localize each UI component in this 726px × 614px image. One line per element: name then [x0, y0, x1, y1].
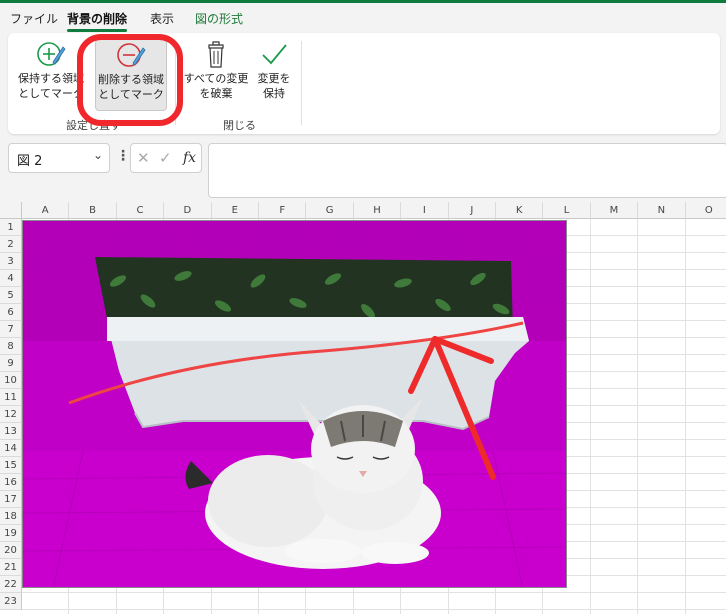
column-header[interactable]: N	[638, 202, 686, 219]
column-header[interactable]: G	[306, 202, 354, 219]
tab-background-removal[interactable]: 背景の削除	[67, 10, 128, 32]
row-header[interactable]: 9	[0, 355, 22, 372]
ribbon-tabs: ファイル 背景の削除 表示 図の形式	[0, 3, 726, 32]
row-header[interactable]: 10	[0, 372, 22, 389]
selected-picture[interactable]	[22, 220, 567, 588]
gridline-vertical	[637, 219, 639, 614]
keep-label-line2: としてマーク	[18, 87, 84, 100]
row-header[interactable]: 11	[0, 389, 22, 406]
cancel-icon[interactable]: ✕	[137, 149, 150, 167]
trash-icon	[208, 41, 224, 68]
gridline-vertical	[684, 219, 686, 614]
select-all-corner[interactable]	[0, 202, 22, 219]
column-header[interactable]: J	[448, 202, 496, 219]
keep-changes-label-line1: 変更を	[257, 72, 291, 85]
group-label-close: 閉じる	[223, 119, 256, 132]
tab-picture-format[interactable]: 図の形式	[195, 10, 243, 27]
formula-input[interactable]	[208, 143, 726, 198]
column-header[interactable]: D	[164, 202, 212, 219]
row-header[interactable]: 18	[0, 508, 22, 525]
row-header[interactable]: 20	[0, 542, 22, 559]
column-header[interactable]: A	[22, 202, 70, 219]
row-header[interactable]: 4	[0, 270, 22, 287]
minus-pencil-icon	[117, 43, 146, 67]
column-header[interactable]: I	[401, 202, 449, 219]
ribbon: 保持する領域 としてマーク 削除する領域 としてマーク すべての変更 を破棄 変…	[8, 33, 720, 134]
row-header[interactable]: 23	[0, 593, 22, 610]
tab-view[interactable]: 表示	[150, 10, 174, 27]
formula-buttons: ✕ ✓ fx	[130, 143, 202, 173]
remove-label-line2: としてマーク	[98, 88, 164, 101]
row-header[interactable]: 16	[0, 474, 22, 491]
row-header[interactable]: 1	[0, 219, 22, 236]
row-header[interactable]: 17	[0, 491, 22, 508]
gridline-horizontal	[22, 609, 726, 610]
function-icon[interactable]: fx	[183, 150, 196, 166]
confirm-icon[interactable]: ✓	[159, 149, 172, 167]
keep-label-line1: 保持する領域	[18, 72, 84, 85]
keep-changes-button[interactable]: 変更を 保持	[252, 39, 296, 101]
column-header[interactable]: C	[116, 202, 165, 219]
group-separator	[175, 41, 176, 125]
tab-file[interactable]: ファイル	[10, 10, 58, 27]
column-header[interactable]: H	[353, 202, 402, 219]
row-header[interactable]: 22	[0, 576, 22, 593]
formula-bar: 図 2 ⌄ ⋮ ✕ ✓ fx	[0, 140, 726, 200]
keep-changes-label-line2: 保持	[263, 87, 285, 100]
gridline-vertical	[589, 219, 591, 614]
gridline-horizontal	[22, 592, 726, 593]
row-header[interactable]: 3	[0, 253, 22, 270]
row-header[interactable]: 5	[0, 287, 22, 304]
column-header[interactable]: L	[543, 202, 591, 219]
column-header[interactable]: F	[259, 202, 307, 219]
row-header[interactable]: 7	[0, 321, 22, 338]
column-header[interactable]: O	[685, 202, 726, 219]
name-box[interactable]: 図 2 ⌄	[8, 143, 110, 173]
row-header[interactable]: 12	[0, 406, 22, 423]
mark-areas-to-keep-button[interactable]: 保持する領域 としてマーク	[16, 39, 86, 101]
mark-areas-to-remove-button[interactable]: 削除する領域 としてマーク	[95, 39, 167, 111]
column-header[interactable]: M	[590, 202, 639, 219]
row-header[interactable]: 14	[0, 440, 22, 457]
row-header[interactable]: 6	[0, 304, 22, 321]
group-separator	[301, 41, 302, 125]
row-header[interactable]: 13	[0, 423, 22, 440]
column-header[interactable]: B	[69, 202, 117, 219]
group-label-refine: 設定し直す	[66, 119, 121, 132]
column-header[interactable]: K	[496, 202, 544, 219]
plus-pencil-icon	[37, 42, 66, 66]
row-header[interactable]: 8	[0, 338, 22, 355]
row-header[interactable]: 15	[0, 457, 22, 474]
more-options-icon[interactable]: ⋮	[116, 148, 130, 164]
cat-photo-background-removal	[23, 221, 566, 587]
discard-all-changes-button[interactable]: すべての変更 を破棄	[180, 39, 252, 101]
discard-label-line2: を破棄	[199, 87, 233, 100]
remove-label-line1: 削除する領域	[98, 73, 164, 86]
row-header[interactable]: 2	[0, 236, 22, 253]
chevron-down-icon[interactable]: ⌄	[93, 148, 103, 162]
checkmark-icon	[262, 44, 287, 65]
row-header[interactable]: 19	[0, 525, 22, 542]
column-header[interactable]: E	[211, 202, 259, 219]
row-header[interactable]: 21	[0, 559, 22, 576]
name-box-value: 図 2	[17, 154, 43, 169]
discard-label-line1: すべての変更	[183, 72, 249, 85]
excel-window: ファイル 背景の削除 表示 図の形式 保持する領域 としてマーク 削除する領域 …	[0, 0, 726, 614]
